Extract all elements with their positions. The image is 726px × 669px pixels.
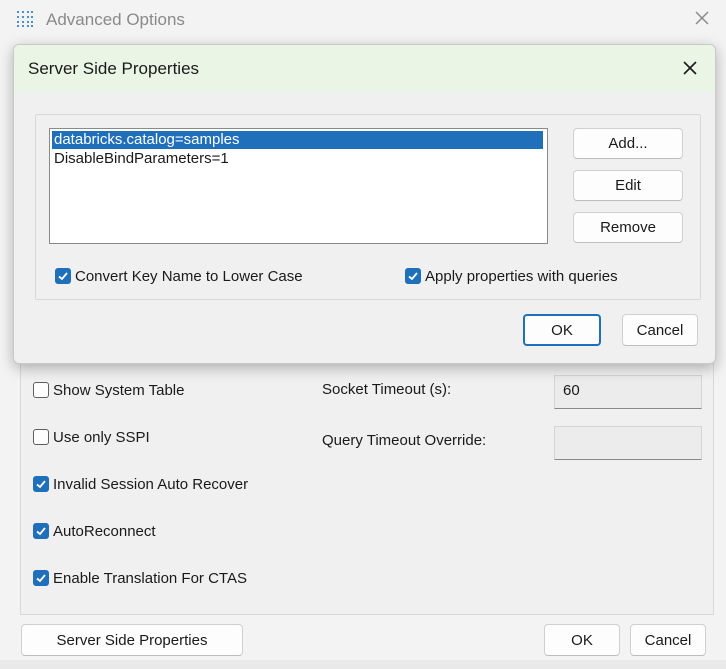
checkmark-icon[interactable] — [33, 523, 49, 539]
grid-app-icon — [16, 10, 34, 28]
invalid-session-auto-recover-checkbox[interactable]: Invalid Session Auto Recover — [33, 473, 248, 495]
server-side-properties-dialog: Server Side Properties databricks.catalo… — [13, 44, 716, 364]
checkbox-box[interactable] — [33, 429, 49, 445]
ok-button[interactable]: OK — [523, 314, 601, 346]
invalid-session-auto-recover-label: Invalid Session Auto Recover — [53, 475, 249, 493]
autoreconnect-label: AutoReconnect — [53, 522, 156, 540]
cancel-button[interactable]: Cancel — [630, 624, 706, 656]
cancel-button[interactable]: Cancel — [622, 314, 698, 346]
show-system-table-label: Show System Table — [53, 381, 185, 399]
close-icon[interactable] — [677, 55, 703, 81]
close-icon[interactable] — [690, 8, 714, 32]
remove-button[interactable]: Remove — [573, 212, 683, 243]
advanced-options-titlebar: Advanced Options — [0, 0, 726, 42]
enable-translation-ctas-label: Enable Translation For CTAS — [53, 569, 247, 587]
edit-button[interactable]: Edit — [573, 170, 683, 201]
checkmark-icon[interactable] — [55, 268, 71, 284]
socket-timeout-input[interactable]: 60 — [554, 375, 702, 409]
convert-key-lower-label: Convert Key Name to Lower Case — [75, 267, 303, 285]
show-system-table-checkbox[interactable]: Show System Table — [33, 379, 184, 401]
list-item[interactable]: databricks.catalog=samples — [52, 131, 543, 149]
server-side-properties-button[interactable]: Server Side Properties — [21, 624, 243, 656]
checkmark-icon[interactable] — [33, 476, 49, 492]
checkmark-icon[interactable] — [33, 570, 49, 586]
list-item[interactable]: DisableBindParameters=1 — [52, 150, 543, 168]
enable-translation-ctas-checkbox[interactable]: Enable Translation For CTAS — [33, 567, 247, 589]
convert-key-lower-checkbox[interactable]: Convert Key Name to Lower Case — [55, 265, 303, 287]
add-button[interactable]: Add... — [573, 128, 683, 159]
window-title: Advanced Options — [46, 10, 185, 29]
checkbox-box[interactable] — [33, 382, 49, 398]
autoreconnect-checkbox[interactable]: AutoReconnect — [33, 520, 156, 542]
window-bottom-edge — [0, 660, 726, 669]
checkmark-icon[interactable] — [405, 268, 421, 284]
query-timeout-input[interactable] — [554, 426, 702, 460]
socket-timeout-label: Socket Timeout (s): — [322, 381, 452, 398]
ok-button[interactable]: OK — [544, 624, 620, 656]
properties-listbox[interactable]: databricks.catalog=samples DisableBindPa… — [49, 128, 548, 244]
dialog-titlebar: Server Side Properties — [14, 45, 715, 92]
query-timeout-label: Query Timeout Override: — [322, 432, 487, 449]
apply-properties-queries-label: Apply properties with queries — [425, 267, 618, 285]
use-only-sspi-label: Use only SSPI — [53, 428, 150, 446]
apply-properties-queries-checkbox[interactable]: Apply properties with queries — [405, 265, 618, 287]
use-only-sspi-checkbox[interactable]: Use only SSPI — [33, 426, 150, 448]
dialog-title: Server Side Properties — [28, 59, 200, 78]
